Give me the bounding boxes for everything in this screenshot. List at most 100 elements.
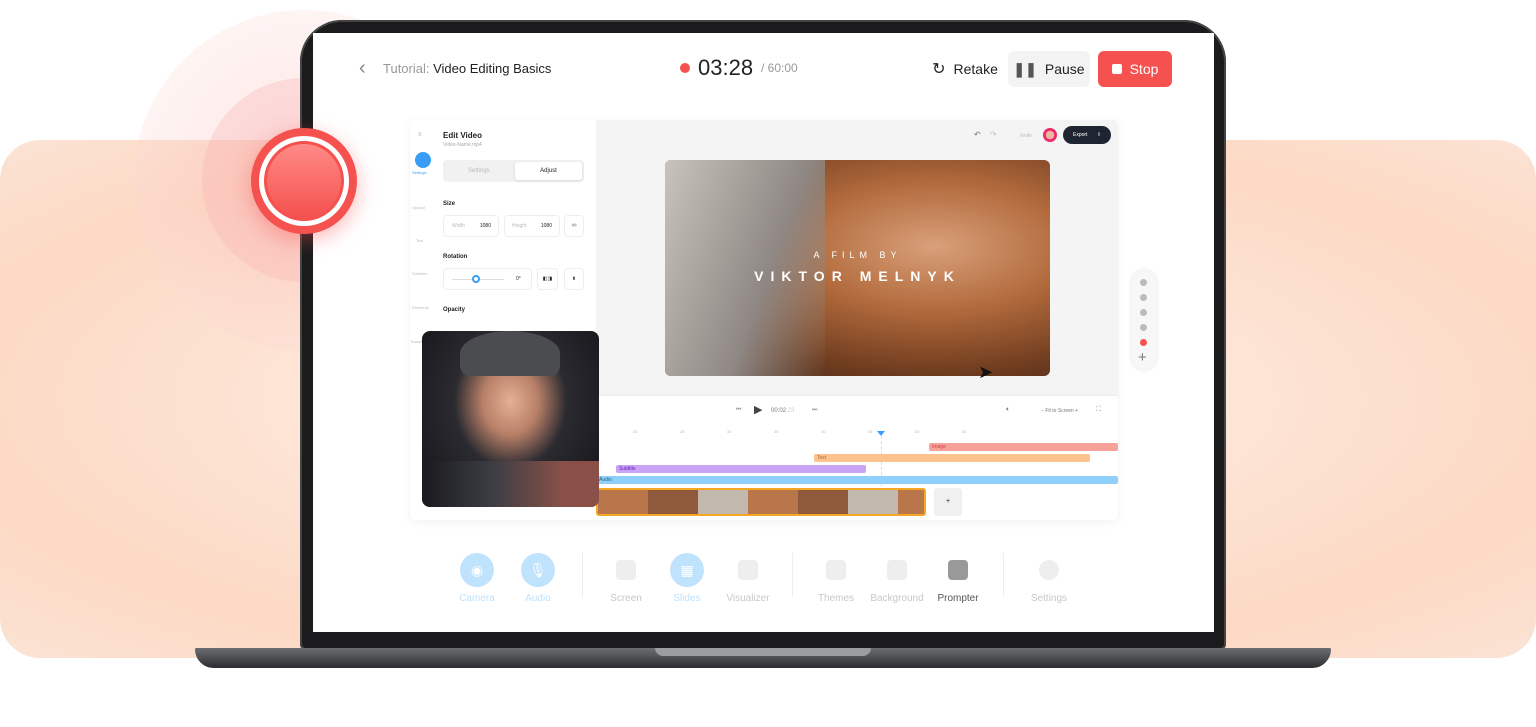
add-clip-button[interactable]: + (934, 488, 962, 516)
tool-label: Background (870, 593, 924, 604)
slide-dot[interactable] (1140, 324, 1147, 331)
record-button[interactable] (251, 128, 357, 234)
audio-track[interactable]: Audio (596, 476, 1118, 484)
toolbar-audio[interactable]: 🎙︎ Audio (508, 553, 568, 604)
tool-label: Themes (817, 593, 855, 604)
sidebar-item-elements[interactable]: Elements (412, 305, 429, 310)
ruler-tick: 50 (915, 429, 920, 434)
divider (582, 553, 583, 597)
fullscreen-icon[interactable]: ⛶ (1096, 406, 1101, 414)
zoom-control[interactable]: − Fit to Screen + (1041, 408, 1078, 414)
ruler-tick: 25 (680, 429, 685, 434)
tab-settings[interactable]: Settings (468, 168, 490, 174)
skip-back-icon[interactable]: ⏮ (736, 407, 741, 414)
ruler-tick: 20 (633, 429, 638, 434)
height-value: 1080 (540, 223, 552, 229)
toolbar-camera[interactable]: ◉ Camera (447, 553, 507, 604)
waveform-icon (731, 553, 765, 587)
toolbar-themes[interactable]: Themes (806, 553, 866, 604)
rotation-label: Rotation (443, 254, 468, 260)
toolbar-slides[interactable]: ▦ Slides (657, 553, 717, 604)
slide-dot-active[interactable] (1140, 339, 1147, 346)
text-track[interactable]: Text (814, 454, 1090, 462)
tool-label: Screen (610, 593, 642, 604)
audio-track-label: Audio (599, 477, 612, 483)
slide-dot[interactable] (1140, 294, 1147, 301)
play-icon[interactable]: ▶ (754, 403, 762, 416)
invite-button[interactable]: Invite (1020, 133, 1032, 139)
toolbar-prompter[interactable]: Prompter (928, 553, 988, 604)
subtitle-track[interactable]: Subtitle (616, 465, 866, 473)
sidebar-item-upload[interactable]: Upload (412, 205, 425, 210)
width-label: Width (452, 223, 465, 229)
timer: 03:28 (698, 55, 754, 80)
page-title: Tutorial: Video Editing Basics (383, 61, 551, 76)
tool-label: Camera (459, 593, 495, 604)
themes-icon (819, 553, 853, 587)
time-main: 00:02 (771, 408, 787, 414)
toolbar-background[interactable]: Background (867, 553, 927, 604)
export-button[interactable]: Export ⇧ (1063, 126, 1111, 144)
ruler-tick: 30 (727, 429, 732, 434)
link-icon[interactable]: ∞ (564, 215, 584, 237)
video-frame: A FILM BY VIKTOR MELNYK (665, 160, 1050, 376)
width-field[interactable]: Width 1080 (443, 215, 499, 237)
skip-forward-icon[interactable]: ⏭ (812, 407, 817, 414)
slides-icon: ▦ (670, 553, 704, 587)
video-title: VIKTOR MELNYK (754, 268, 961, 284)
record-core (267, 144, 341, 218)
camera-icon: ◉ (460, 553, 494, 587)
screen-share-icon (609, 553, 643, 587)
add-slide-icon[interactable]: + (1138, 349, 1147, 366)
height-label: Height (512, 223, 527, 229)
toolbar-visualizer[interactable]: Visualizer (718, 553, 778, 604)
toolbar-settings[interactable]: Settings (1019, 553, 1079, 604)
retake-button[interactable]: ↻ Retake (925, 51, 1005, 87)
pause-icon: ❚❚ (1013, 60, 1037, 77)
image-track-label: Image (932, 444, 946, 450)
redo-icon[interactable]: ↷ (990, 130, 997, 139)
slide-dot[interactable] (1140, 279, 1147, 286)
ruler-tick: 55 (962, 429, 967, 434)
sidebar-item-text[interactable]: Text (416, 238, 423, 243)
rotation-slider[interactable]: 0° (443, 268, 532, 290)
sidebar-item-subtitles[interactable]: Subtitles (412, 271, 427, 276)
undo-icon[interactable]: ↶ (974, 130, 981, 139)
avatar[interactable] (1043, 128, 1057, 142)
tab-adjust[interactable]: Adjust (515, 162, 582, 180)
tool-label: Prompter (937, 593, 979, 604)
sidebar-item-settings[interactable] (415, 152, 431, 168)
stop-label: Stop (1129, 61, 1159, 77)
fit-to-screen: Fit to Screen (1045, 408, 1074, 414)
opacity-label: Opacity (443, 307, 466, 313)
retake-icon: ↻ (932, 61, 946, 78)
tool-label: Visualizer (726, 593, 770, 604)
slide-dot[interactable] (1140, 309, 1147, 316)
ruler-tick: 35 (774, 429, 779, 434)
tool-label: Slides (673, 593, 701, 604)
file-name: Video-Name.mp4 (443, 142, 482, 148)
laptop-screen: ‹ Tutorial: Video Editing Basics 03:28 /… (313, 33, 1214, 632)
flip-vertical-icon[interactable]: ⬍ (564, 268, 584, 290)
recording-dot (680, 63, 690, 73)
panel-tabs: Settings Adjust (443, 160, 584, 182)
menu-icon[interactable]: ≡ (418, 132, 422, 138)
title-prefix: Tutorial: (383, 61, 430, 76)
back-chevron-icon[interactable]: ‹ (359, 57, 366, 80)
pause-button[interactable]: ❚❚ Pause (1008, 51, 1090, 87)
slider-handle[interactable] (472, 275, 480, 283)
height-field[interactable]: Height 1080 (504, 215, 560, 237)
video-clip-track[interactable] (596, 488, 926, 516)
timeline-ruler: 20 25 30 35 40 45 50 55 (596, 429, 1118, 437)
webcam-preview[interactable] (422, 331, 599, 507)
subtitle-track-label: Subtitle (619, 466, 636, 472)
stop-button[interactable]: Stop (1098, 51, 1172, 87)
retake-label: Retake (953, 61, 998, 77)
text-track-label: Text (817, 455, 827, 461)
toolbar-screen[interactable]: Screen (596, 553, 656, 604)
volume-icon[interactable]: 🔈︎ (1006, 406, 1010, 414)
export-label: Export (1073, 132, 1088, 138)
upload-icon: ⇧ (1096, 132, 1102, 138)
image-track[interactable]: Image (929, 443, 1118, 451)
flip-horizontal-icon[interactable]: ◧◨ (537, 268, 558, 290)
